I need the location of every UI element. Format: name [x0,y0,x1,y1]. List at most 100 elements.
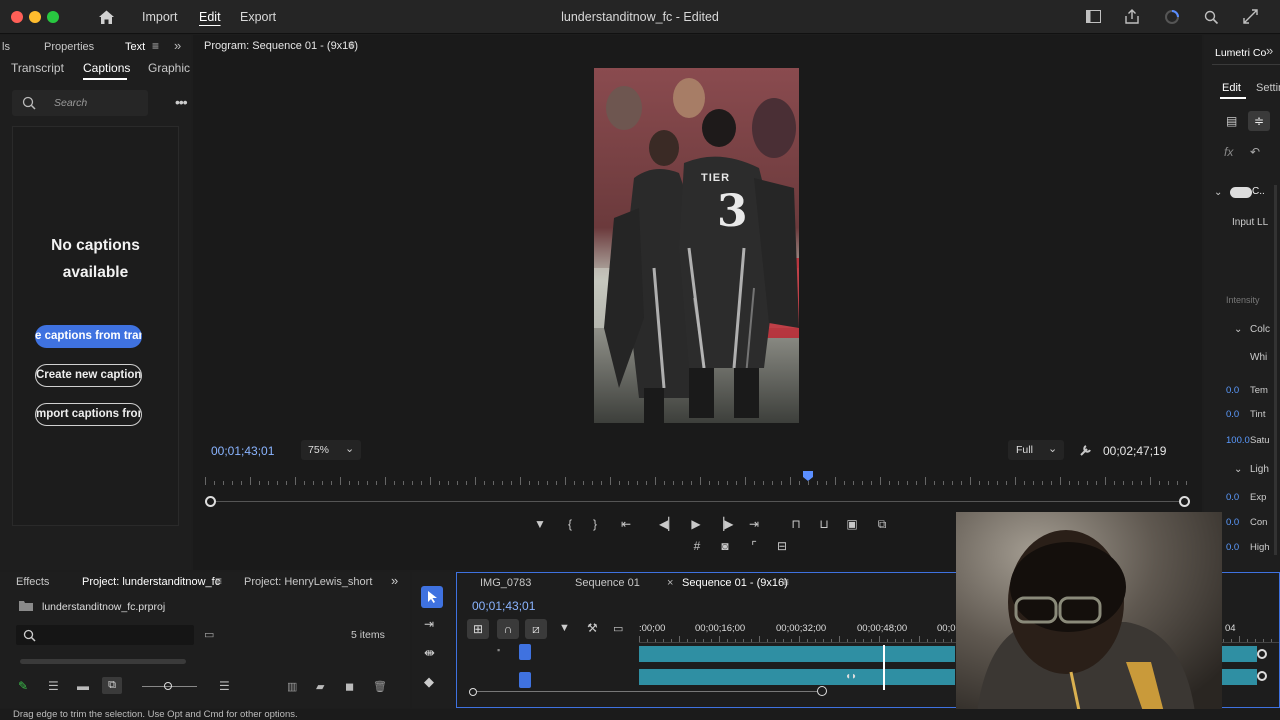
new-folder-icon[interactable]: ▰ [316,680,324,693]
ripple-edit-tool[interactable]: ⇼ [424,645,435,661]
zoom-slider-handle[interactable] [164,682,172,690]
trash-icon[interactable]: 🗑 [373,680,387,693]
add-marker-icon[interactable]: ▼ [531,516,549,532]
audio-clip[interactable] [639,669,955,685]
transcribe-captions-button[interactable]: e captions from tran [35,325,142,348]
export-frame-icon[interactable]: ◙ [716,538,734,554]
workspace-icon[interactable] [1086,10,1101,23]
fullscreen-icon[interactable] [1243,9,1258,24]
saturation-value[interactable]: 100.0 [1226,435,1250,446]
video-clip-end[interactable] [1217,646,1257,662]
tab-lumetri-settings[interactable]: Settin [1256,82,1280,94]
tab-ls[interactable]: ls [2,41,10,53]
chevron-down-icon[interactable]: ⌄ [1234,464,1242,475]
step-forward-icon[interactable]: ▕▶ [715,516,733,532]
add-marker-icon[interactable]: ▼ [559,622,570,634]
lock-icon[interactable]: ▪ [497,645,500,655]
project-search-field[interactable] [16,625,194,645]
contrast-value[interactable]: 0.0 [1226,517,1239,528]
list-view-icon[interactable]: ☰ [48,679,59,693]
audio-clip-end[interactable] [1217,669,1257,685]
safe-margins-icon[interactable]: # [688,538,706,554]
resolution-dropdown[interactable]: Full ⌄ [1008,440,1064,460]
tab-lumetri-edit[interactable]: Edit [1222,82,1241,94]
panel-menu-icon[interactable]: ≡ [152,39,159,53]
pencil-icon[interactable]: ✎ [18,679,28,693]
temperature-value[interactable]: 0.0 [1226,385,1239,396]
panel-menu-icon[interactable]: ≡ [215,574,222,588]
wrench-icon[interactable] [1079,443,1093,457]
tab-properties[interactable]: Properties [44,41,94,53]
progress-icon[interactable] [1164,9,1180,25]
quick-search-icon[interactable] [1203,9,1219,25]
panel-menu-icon[interactable]: ≡ [782,575,789,589]
close-tab-icon[interactable]: × [667,577,673,589]
section-toggle[interactable] [1230,187,1252,198]
timeline-scrollbar[interactable] [477,691,817,692]
video-clip[interactable] [639,646,955,662]
razor-tool[interactable]: ◆ [424,674,434,690]
insert-sequence-icon[interactable]: ⊞ [467,619,489,639]
multicam-icon[interactable]: ⊟ [773,538,791,554]
track-target-a1[interactable] [519,672,531,688]
new-bin-icon[interactable]: ▭ [204,628,214,641]
lift-icon[interactable]: ⊓ [787,516,805,532]
icon-view-icon[interactable]: ▬ [77,679,89,693]
more-options-icon[interactable]: ••• [175,94,188,110]
fx-icon[interactable]: fx [1224,145,1233,159]
expand-panels-icon[interactable]: » [1266,43,1273,58]
import-captions-button[interactable]: mport captions fron [35,403,142,426]
freeform-view-icon[interactable]: ⧉ [102,677,122,694]
tab-img0783[interactable]: IMG_0783 [480,577,531,589]
zoom-dropdown[interactable]: 75% ⌄ [301,440,361,460]
track-target-v1[interactable] [519,644,531,660]
tab-sequence01[interactable]: Sequence 01 [575,577,640,589]
mark-out-icon[interactable]: } [586,516,604,532]
playhead-marker[interactable] [802,470,814,482]
expand-panels-icon[interactable]: » [174,38,181,53]
zoom-handle-right[interactable] [1179,496,1190,507]
captions-search-field[interactable]: Search [12,90,148,116]
chevron-down-icon[interactable]: ⌄ [1234,324,1242,335]
monitor-time-ruler[interactable] [205,471,1187,485]
selection-tool[interactable] [421,586,443,608]
sort-icon[interactable]: ☰ [219,679,230,693]
overwrite-icon[interactable]: ⧉ [873,516,891,532]
create-caption-button[interactable]: Create new caption [35,364,142,387]
tab-sequence01-9x16[interactable]: Sequence 01 - (9x16) [682,577,788,589]
zoom-handle-left[interactable] [205,496,216,507]
scroll-handle-right[interactable] [817,686,827,696]
tab-text[interactable]: Text [125,41,145,53]
step-back-icon[interactable]: ◀▏ [659,516,677,532]
insert-icon[interactable]: ▣ [843,516,861,532]
snap-icon[interactable]: ∩ [497,619,519,639]
zoom-scroll-track[interactable] [210,501,1184,502]
tab-effects[interactable]: Effects [16,576,49,588]
lumetri-scrollbar[interactable] [1274,185,1277,555]
tab-project-henrylewis[interactable]: Project: HenryLewis_short [244,576,372,588]
mark-in-icon[interactable]: { [561,516,579,532]
track-select-tool[interactable]: ⇥ [424,617,434,631]
expand-panels-icon[interactable]: » [391,573,398,588]
captions-icon[interactable]: ▭ [613,622,623,635]
current-timecode[interactable]: 00;01;43;01 [211,444,274,458]
comparison-view-icon[interactable]: ⌜ [745,538,763,554]
tab-project-current[interactable]: Project: lunderstanditnow_fc [82,576,220,588]
lumetri-sliders-icon[interactable]: ≑ [1248,111,1270,131]
linked-selection-icon[interactable]: ⧄ [525,619,547,639]
monitor-menu-icon[interactable]: ≡ [348,38,355,52]
tab-graphics[interactable]: Graphic [148,61,190,75]
go-to-in-icon[interactable]: ⇤ [617,516,635,532]
exposure-value[interactable]: 0.0 [1226,492,1239,503]
project-scrollbar[interactable] [20,659,186,664]
new-item-icon[interactable]: ◼ [345,680,354,693]
share-icon[interactable] [1125,9,1139,24]
tint-value[interactable]: 0.0 [1226,409,1239,420]
chevron-down-icon[interactable]: ⌄ [1214,187,1222,198]
highlights-value[interactable]: 0.0 [1226,542,1239,553]
track-zoom-handle[interactable] [1257,671,1267,681]
extract-icon[interactable]: ⊔ [815,516,833,532]
tab-captions[interactable]: Captions [83,61,130,75]
track-zoom-handle[interactable] [1257,649,1267,659]
automate-icon[interactable]: ▥ [287,680,297,693]
